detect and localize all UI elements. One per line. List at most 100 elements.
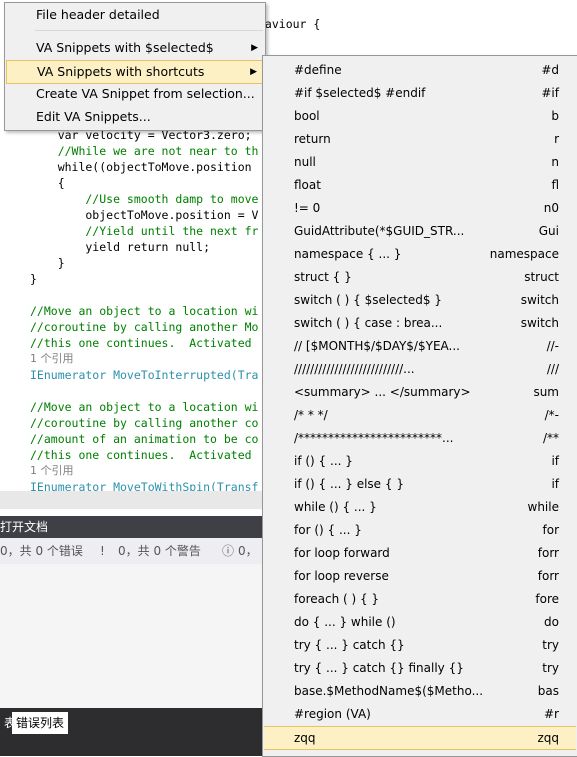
- warning-icon: !: [100, 544, 105, 558]
- document-tab-strip: 打开文档: [0, 516, 265, 538]
- snippet-shortcut: forr: [537, 546, 559, 560]
- code-line: {: [30, 176, 65, 190]
- snippet-item[interactable]: base.$MethodName$($Metho... bas: [264, 680, 576, 702]
- code-line: //While we are not near to th: [30, 144, 259, 158]
- snippet-shortcut: #d: [541, 63, 559, 77]
- menu-item-va-snippets-shortcuts[interactable]: VA Snippets with shortcuts ▶: [6, 60, 264, 84]
- snippet-label: /* * */: [294, 408, 328, 422]
- snippet-label: != 0: [294, 201, 321, 215]
- snippet-label: zqq: [294, 731, 316, 745]
- snippet-item[interactable]: for () { ... } for: [264, 519, 576, 541]
- snippet-item[interactable]: /************************... /**: [264, 427, 576, 449]
- snippet-item[interactable]: if () { ... } else { } if: [264, 473, 576, 495]
- menu-item-edit-va-snippets[interactable]: Edit VA Snippets...: [6, 106, 264, 128]
- snippet-item[interactable]: return r: [264, 128, 576, 150]
- snippet-item[interactable]: zqq zqq: [264, 726, 576, 750]
- snippet-shortcut: do: [544, 615, 559, 629]
- snippet-label: try { ... } catch {} finally {}: [294, 661, 464, 675]
- snippet-item[interactable]: // [$MONTH$/$DAY$/$YEA... //-: [264, 335, 576, 357]
- snippet-label: <summary> ... </summary>: [294, 385, 471, 399]
- snippet-shortcut: while: [527, 500, 559, 514]
- snippet-label: return: [294, 132, 331, 146]
- warnings-count-label: 0，共 0 个警告: [118, 544, 201, 558]
- snippet-item[interactable]: #if $selected$ #endif #if: [264, 82, 576, 104]
- snippet-item[interactable]: struct { } struct: [264, 266, 576, 288]
- snippet-label: struct { }: [294, 270, 352, 284]
- bottom-tab-bar: 表 错误列表: [0, 708, 265, 756]
- snippet-label: while () { ... }: [294, 500, 377, 514]
- snippet-shortcut: n0: [543, 201, 559, 215]
- snippet-item[interactable]: #define #d: [264, 59, 576, 81]
- snippet-item[interactable]: do { ... } while () do: [264, 611, 576, 633]
- snippet-shortcut: switch: [520, 316, 559, 330]
- snippet-label: ///////////////////////////...: [294, 362, 415, 376]
- snippet-item[interactable]: namespace { ... } namespace: [264, 243, 576, 265]
- snippet-label: if () { ... } else { }: [294, 477, 404, 491]
- snippet-label: switch ( ) { $selected$ }: [294, 293, 442, 307]
- snippet-item[interactable]: foreach ( ) { } fore: [264, 588, 576, 610]
- errors-count-label: 0，共 0 个错误: [0, 544, 83, 558]
- errors-filter-button[interactable]: 0，共 0 个错误: [0, 538, 83, 564]
- snippet-shortcut: forr: [537, 569, 559, 583]
- snippet-label: null: [294, 155, 316, 169]
- code-line: //Yield until the next fr: [30, 224, 259, 238]
- va-snippets-shortcuts-submenu: #define #d #if $selected$ #endif #if bool b re…: [262, 55, 577, 757]
- snippet-shortcut: n: [551, 155, 559, 169]
- snippet-label: for loop forward: [294, 546, 390, 560]
- editor-scrollbar[interactable]: [0, 491, 265, 509]
- code-line: //coroutine by calling another co: [30, 416, 259, 430]
- snippet-item[interactable]: switch ( ) { $selected$ } switch: [264, 289, 576, 311]
- snippet-label: do { ... } while (): [294, 615, 396, 629]
- snippet-item[interactable]: ///////////////////////////... ///: [264, 358, 576, 380]
- code-line: while((objectToMove.position: [30, 160, 252, 174]
- snippet-item[interactable]: if () { ... } if: [264, 450, 576, 472]
- snippet-shortcut: if: [551, 454, 559, 468]
- snippet-label: namespace { ... }: [294, 247, 402, 261]
- snippet-shortcut: for: [542, 523, 560, 537]
- code-line: //coroutine by calling another Mo: [30, 320, 259, 334]
- snippet-label: float: [294, 178, 321, 192]
- snippet-shortcut: namespace: [489, 247, 559, 261]
- snippet-item[interactable]: float fl: [264, 174, 576, 196]
- snippet-shortcut: switch: [520, 293, 559, 307]
- menu-item-va-snippets-selected[interactable]: VA Snippets with $selected$ ▶: [6, 37, 264, 59]
- code-line: haviour {: [258, 17, 321, 31]
- code-line: 1 个引用: [30, 352, 74, 365]
- snippet-item[interactable]: for loop forward forr: [264, 542, 576, 564]
- messages-count-label: 0，: [238, 544, 258, 558]
- snippet-item[interactable]: for loop reverse forr: [264, 565, 576, 587]
- warnings-filter-button[interactable]: 0，共 0 个警告: [118, 538, 201, 564]
- snippet-item[interactable]: != 0 n0: [264, 197, 576, 219]
- messages-filter-button[interactable]: 0，: [238, 538, 258, 564]
- snippet-item[interactable]: #region (VA) #r: [264, 703, 576, 725]
- snippet-label: base.$MethodName$($Metho...: [294, 684, 484, 698]
- snippet-item[interactable]: <summary> ... </summary> sum: [264, 381, 576, 403]
- snippet-item[interactable]: try { ... } catch {} try: [264, 634, 576, 656]
- snippet-shortcut: try: [542, 661, 559, 675]
- snippet-shortcut: /*-: [544, 408, 559, 422]
- menu-item-label: Create VA Snippet from selection...: [36, 86, 255, 101]
- document-tab-title[interactable]: 打开文档: [0, 520, 48, 534]
- snippet-item[interactable]: /* * */ /*-: [264, 404, 576, 426]
- snippet-item[interactable]: switch ( ) { case : brea... switch: [264, 312, 576, 334]
- menu-item-file-header-detailed[interactable]: File header detailed: [6, 4, 264, 26]
- snippet-shortcut: #r: [544, 707, 559, 721]
- snippet-label: foreach ( ) { }: [294, 592, 380, 606]
- snippet-shortcut: #if: [541, 86, 559, 100]
- snippet-item[interactable]: GuidAttribute(*$GUID_STR... Gui: [264, 220, 576, 242]
- snippet-item[interactable]: while () { ... } while: [264, 496, 576, 518]
- snippet-item[interactable]: null n: [264, 151, 576, 173]
- menu-item-create-va-snippet[interactable]: Create VA Snippet from selection...: [6, 83, 264, 105]
- snippet-shortcut: /**: [542, 431, 559, 445]
- snippet-label: switch ( ) { case : brea...: [294, 316, 443, 330]
- error-list-body: [0, 564, 265, 708]
- snippet-item[interactable]: try { ... } catch {} finally {} try: [264, 657, 576, 679]
- menu-item-label: Edit VA Snippets...: [36, 109, 151, 124]
- snippet-label: bool: [294, 109, 320, 123]
- snippet-shortcut: r: [554, 132, 559, 146]
- error-list-toolbar: 0，共 0 个错误 ! 0，共 0 个警告 ⓘ 0，: [0, 538, 265, 565]
- tab-error-list[interactable]: 错误列表: [12, 712, 69, 734]
- snippet-label: #define: [294, 63, 342, 77]
- snippet-item[interactable]: bool b: [264, 105, 576, 127]
- snippet-shortcut: fore: [535, 592, 559, 606]
